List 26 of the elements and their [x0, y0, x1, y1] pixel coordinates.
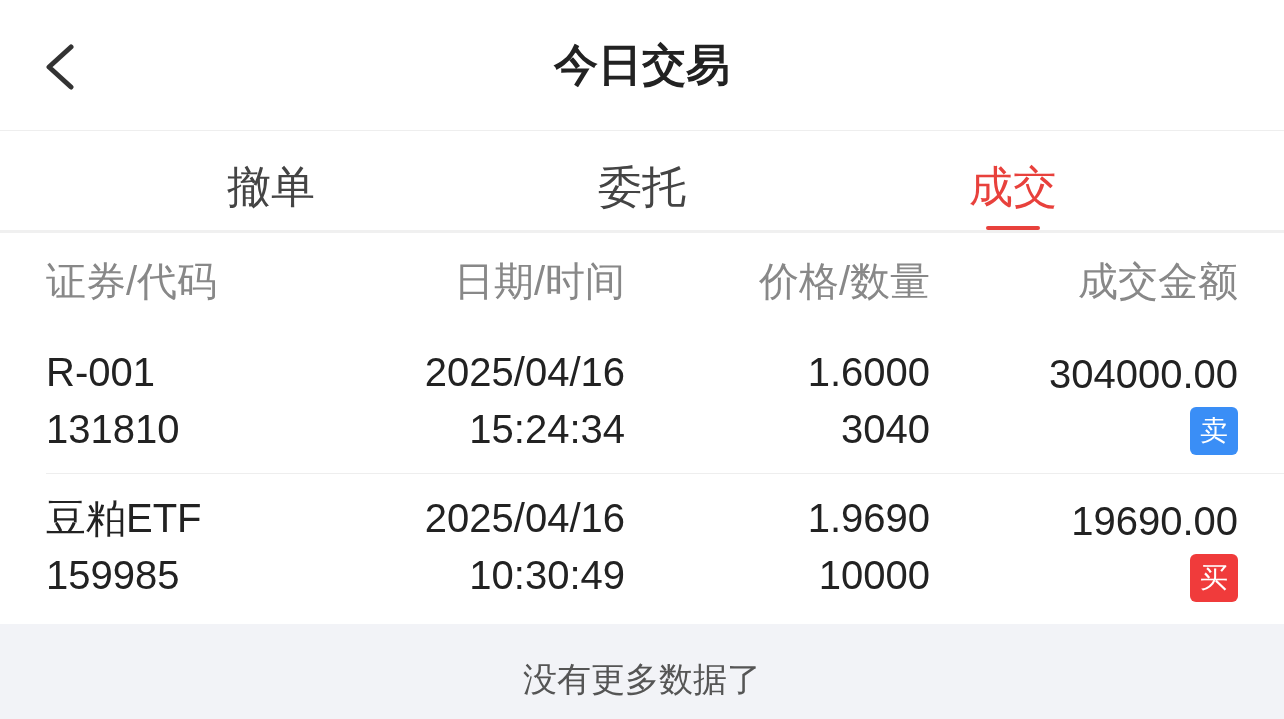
column-header: 证券/代码	[46, 258, 218, 303]
trade-time: 15:24:34	[469, 405, 625, 453]
security-code: 131810	[46, 405, 180, 453]
trade-price: 1.9690	[807, 495, 930, 542]
column-header: 价格/数量	[758, 258, 930, 303]
column-header: 日期/时间	[453, 258, 625, 303]
security-name: R-001	[46, 348, 155, 396]
security-name: 豆粕ETF	[46, 495, 202, 542]
no-more-data-text: 没有更多数据了	[523, 659, 761, 700]
trade-quantity: 10000	[818, 552, 930, 599]
tab[interactable]: 委托	[598, 154, 686, 226]
trade-date: 2025/04/16	[424, 348, 625, 396]
trade-amount: 304000.00	[1048, 351, 1238, 398]
trade-date: 2025/04/16	[424, 495, 625, 542]
trade-amount: 19690.00	[1071, 497, 1238, 545]
trade-side-badge: 买	[1190, 553, 1238, 602]
trade-price: 1.6000	[807, 348, 930, 396]
back-icon[interactable]	[44, 44, 74, 90]
page-title: 今日交易	[554, 39, 730, 91]
security-code: 159985	[46, 552, 180, 599]
column-header: 成交金额	[1078, 258, 1238, 303]
tab[interactable]: 成交	[969, 154, 1058, 226]
tab[interactable]: 撤单	[226, 154, 315, 226]
trade-quantity: 3040	[841, 405, 930, 453]
trade-time: 10:30:49	[469, 552, 625, 599]
trade-side-badge: 卖	[1190, 407, 1238, 455]
